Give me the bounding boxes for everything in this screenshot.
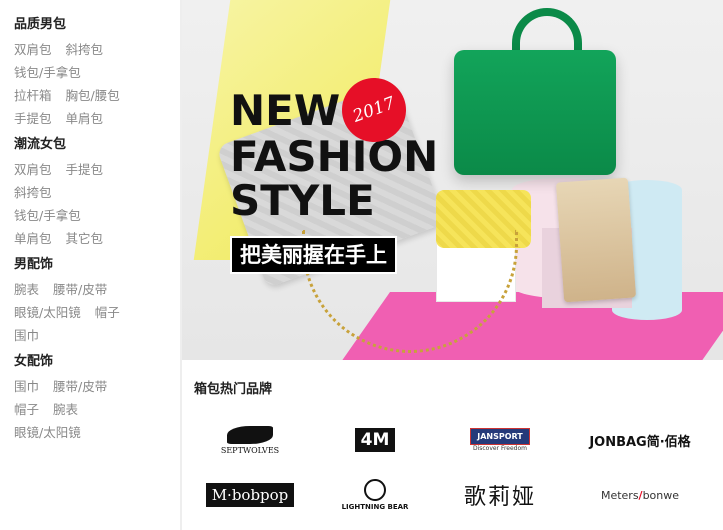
lightning-bear-logo: LIGHTNING BEAR	[341, 479, 409, 511]
menu-link[interactable]: 眼镜/太阳镜	[14, 425, 81, 440]
category-men-bags: 品质男包 双肩包 斜挎包 钱包/手拿包 拉杆箱 胸包/腰包 手提包 单肩包	[14, 12, 180, 130]
brand-text: SEPTWOLVES	[220, 445, 280, 455]
menu-link[interactable]: 斜挎包	[14, 185, 52, 200]
green-handbag-image	[454, 50, 616, 175]
menu-link[interactable]: 拉杆箱	[14, 88, 52, 103]
brand-jansport[interactable]: JANSPORT Discover Freedom	[440, 420, 560, 460]
banner-slogan: 把美丽握在手上	[230, 236, 397, 274]
jansport-logo: JANSPORT Discover Freedom	[470, 428, 530, 452]
brand-text: LIGHTNING BEAR	[341, 503, 409, 511]
brand-septwolves[interactable]: SEPTWOLVES	[190, 420, 310, 460]
menu-link[interactable]: 钱包/手拿包	[14, 208, 81, 223]
category-women-accessories: 女配饰 围巾 腰带/皮带 帽子 腕表 眼镜/太阳镜	[14, 349, 180, 444]
jonbag-logo: JONBAG简·佰格	[589, 434, 691, 450]
brand-gloria[interactable]: 歌莉娅	[440, 475, 560, 515]
menu-link[interactable]: 其它包	[66, 231, 104, 246]
meters-bonwe-logo: Meters/bonwe	[601, 489, 679, 502]
category-women-bags: 潮流女包 双肩包 手提包 斜挎包 钱包/手拿包 单肩包 其它包	[14, 132, 180, 250]
category-title[interactable]: 品质男包	[14, 12, 180, 38]
banner-headline-style: STYLE	[230, 176, 375, 225]
menu-link[interactable]: 围巾	[14, 379, 39, 394]
wolf-icon	[227, 425, 273, 444]
menu-link[interactable]: 双肩包	[14, 42, 52, 57]
menu-link[interactable]: 单肩包	[66, 111, 104, 126]
menu-link[interactable]: 手提包	[66, 162, 104, 177]
menu-link[interactable]: 腰带/皮带	[53, 379, 107, 394]
menu-link[interactable]: 胸包/腰包	[66, 88, 120, 103]
brand-4m[interactable]: 4M	[315, 420, 435, 460]
brand-jonbag[interactable]: JONBAG简·佰格	[565, 420, 715, 460]
banner-headline-fashion: FASHION	[230, 132, 439, 181]
menu-link[interactable]: 腰带/皮带	[53, 282, 107, 297]
brand-mbobpop[interactable]: M·bobpop	[190, 475, 310, 515]
brand-text: JANSPORT	[470, 428, 530, 445]
septwolves-logo: SEPTWOLVES	[220, 425, 280, 455]
brand-text: Meters	[600, 488, 639, 502]
category-men-accessories: 男配饰 腕表 腰带/皮带 眼镜/太阳镜 帽子 围巾	[14, 252, 180, 347]
menu-link[interactable]: 手提包	[14, 111, 52, 126]
menu-link[interactable]: 腕表	[14, 282, 39, 297]
menu-link[interactable]: 钱包/手拿包	[14, 65, 81, 80]
category-title[interactable]: 男配饰	[14, 252, 180, 278]
gloria-logo: 歌莉娅	[463, 485, 536, 510]
menu-link[interactable]: 斜挎包	[66, 42, 104, 57]
menu-link[interactable]: 帽子	[14, 402, 39, 417]
gold-wallet-image	[555, 177, 637, 303]
mbobpop-logo: M·bobpop	[205, 483, 295, 507]
bear-emblem-icon	[364, 479, 386, 501]
section-title: 箱包热门品牌	[194, 382, 273, 397]
category-title[interactable]: 女配饰	[14, 349, 180, 375]
hot-brands-section: 箱包热门品牌 SEPTWOLVES 4M JANSPORT Discover F…	[182, 360, 723, 530]
menu-link[interactable]: 单肩包	[14, 231, 52, 246]
menu-link[interactable]: 腕表	[53, 402, 78, 417]
menu-link[interactable]: 眼镜/太阳镜	[14, 305, 81, 320]
menu-link[interactable]: 双肩包	[14, 162, 52, 177]
brand-tagline: Discover Freedom	[472, 445, 528, 452]
brand-lightning-bear[interactable]: LIGHTNING BEAR	[315, 475, 435, 515]
menu-link[interactable]: 帽子	[95, 305, 120, 320]
category-menu: 品质男包 双肩包 斜挎包 钱包/手拿包 拉杆箱 胸包/腰包 手提包 单肩包 潮流女包 …	[0, 0, 180, 530]
category-title[interactable]: 潮流女包	[14, 132, 180, 158]
brand-meters-bonwe[interactable]: Meters/bonwe	[565, 475, 715, 515]
brand-text: bonwe	[642, 488, 680, 502]
menu-link[interactable]: 围巾	[14, 328, 39, 343]
4m-logo: 4M	[354, 428, 396, 452]
banner-headline-new: NEW	[230, 86, 341, 135]
promo-banner[interactable]: NEW FASHION STYLE 2017 把美丽握在手上	[182, 0, 723, 360]
